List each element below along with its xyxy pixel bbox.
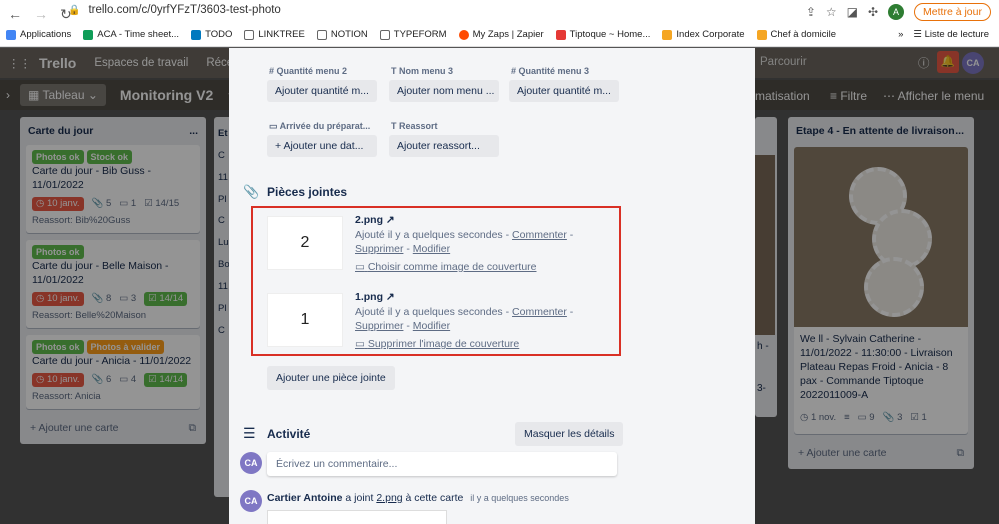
field-nom-menu-3[interactable]: Ajouter nom menu ... — [389, 80, 499, 102]
attachment-name[interactable]: 2.png ↗ — [355, 214, 395, 226]
attachment-item[interactable]: 1 1.png ↗ Ajouté il y a quelques seconde… — [267, 291, 610, 355]
bookmark-zapier[interactable]: My Zaps | Zapier — [458, 29, 544, 40]
hide-details-button[interactable]: Masquer les détails — [515, 422, 624, 446]
attachment-thumbnail[interactable]: 1 — [267, 293, 343, 347]
reading-list[interactable]: ☰ Liste de lecture — [913, 29, 989, 40]
index-icon — [662, 29, 673, 40]
activity-user[interactable]: Cartier Antoine — [267, 492, 342, 504]
activity-icon: ☰ — [243, 425, 256, 441]
more-bookmarks[interactable]: » — [898, 29, 903, 40]
bookmark-notion[interactable]: NOTION — [316, 29, 368, 40]
delete-link[interactable]: Supprimer — [355, 243, 403, 255]
activity-rest: à cette carte — [405, 492, 464, 504]
activity-title: Activité — [267, 427, 311, 441]
lock-icon: 🔒 — [68, 4, 81, 16]
attachment-meta: Ajouté il y a quelques secondes - Commen… — [355, 229, 574, 256]
activity-preview — [267, 510, 447, 524]
browser-chrome: ← → ↻ 🔒 trello.com/c/0yrfYFzT/3603-test-… — [0, 0, 999, 47]
user-avatar[interactable]: CA — [240, 490, 262, 512]
attachment-thumbnail[interactable]: 2 — [267, 216, 343, 270]
field-quantite-menu-2[interactable]: Ajouter quantité m... — [267, 80, 377, 102]
field-label: # Quantité menu 2 — [269, 66, 348, 76]
chef-icon — [756, 29, 767, 40]
folder-icon — [244, 29, 255, 40]
add-attachment-button[interactable]: Ajouter une pièce jointe — [267, 366, 395, 390]
external-link-icon[interactable]: ↗ — [386, 214, 395, 226]
field-label: # Quantité menu 3 — [511, 66, 590, 76]
trello-icon — [191, 29, 202, 40]
bookmark-index[interactable]: Index Corporate — [662, 29, 745, 40]
browser-actions: ⇪ ☆ ◪ ✣ A Mettre à jour — [806, 3, 991, 21]
address-bar[interactable]: 🔒 trello.com/c/0yrfYFzT/3603-test-photo — [68, 4, 281, 16]
field-arrivee-date[interactable]: + Ajouter une dat... — [267, 135, 377, 157]
back-icon[interactable]: ← — [8, 6, 22, 22]
share-icon[interactable]: ⇪ — [806, 5, 816, 19]
nav-buttons: ← → ↻ — [8, 4, 72, 24]
attachment-meta: Ajouté il y a quelques secondes - Commen… — [355, 306, 574, 333]
activity-action: a joint — [345, 492, 374, 504]
cover-icon: ▭ — [355, 338, 365, 350]
field-reassort[interactable]: Ajouter reassort... — [389, 135, 499, 157]
bookmark-linktree[interactable]: LINKTREE — [244, 29, 305, 40]
folder-icon — [316, 29, 327, 40]
bookmark-typeform[interactable]: TYPEFORM — [379, 29, 447, 40]
bookmarks-right: » ☰ Liste de lecture — [898, 29, 989, 40]
field-label: T Nom menu 3 — [391, 66, 454, 76]
zapier-icon — [458, 29, 469, 40]
url-text: trello.com/c/0yrfYFzT/3603-test-photo — [88, 4, 281, 16]
comment-input[interactable]: Écrivez un commentaire... — [267, 452, 617, 476]
profile-avatar[interactable]: A — [888, 4, 905, 20]
forward-icon[interactable]: → — [34, 6, 48, 22]
field-label: T Reassort — [391, 121, 438, 131]
cover-icon: ▭ — [355, 261, 365, 273]
field-label: ▭ Arrivée du préparat... — [269, 121, 371, 131]
bookmark-apps[interactable]: Applications — [6, 29, 71, 40]
set-cover-link[interactable]: ▭ Choisir comme image de couverture — [355, 261, 537, 273]
bookmark-tiptoque[interactable]: Tiptoque ~ Home... — [555, 29, 650, 40]
extension-icon[interactable]: ◪ — [847, 5, 858, 19]
attachments-title: Pièces jointes — [267, 185, 348, 199]
edit-link[interactable]: Modifier — [413, 243, 450, 255]
activity-file-link[interactable]: 2.png — [376, 492, 402, 504]
puzzle-icon[interactable]: ✣ — [868, 5, 878, 19]
apps-grid-icon — [6, 29, 16, 40]
delete-link[interactable]: Supprimer — [355, 320, 403, 332]
comment-link[interactable]: Commenter — [512, 229, 567, 241]
external-link-icon[interactable]: ↗ — [386, 291, 395, 303]
sheets-icon — [83, 29, 94, 40]
bookmarks-bar: Applications ACA - Time sheet... TODO LI… — [6, 29, 836, 40]
bookmark-todo[interactable]: TODO — [191, 29, 232, 40]
attachment-name[interactable]: 1.png ↗ — [355, 291, 395, 303]
comment-link[interactable]: Commenter — [512, 306, 567, 318]
user-avatar[interactable]: CA — [240, 452, 262, 474]
remove-cover-link[interactable]: ▭ Supprimer l'image de couverture — [355, 338, 519, 350]
star-icon[interactable]: ☆ — [826, 5, 837, 19]
edit-link[interactable]: Modifier — [413, 320, 450, 332]
activity-entry: Cartier Antoine a joint 2.png à cette ca… — [267, 492, 569, 504]
activity-time: il y a quelques secondes — [470, 493, 569, 503]
folder-icon — [379, 29, 390, 40]
bookmark-chef[interactable]: Chef à domicile — [756, 29, 836, 40]
bookmark-aca[interactable]: ACA - Time sheet... — [83, 29, 179, 40]
paperclip-icon: 📎 — [243, 184, 260, 199]
attachment-item[interactable]: 2 2.png ↗ Ajouté il y a quelques seconde… — [267, 214, 610, 278]
field-quantite-menu-3[interactable]: Ajouter quantité m... — [509, 80, 619, 102]
update-button[interactable]: Mettre à jour — [914, 3, 991, 21]
tiptoque-icon — [555, 29, 566, 40]
